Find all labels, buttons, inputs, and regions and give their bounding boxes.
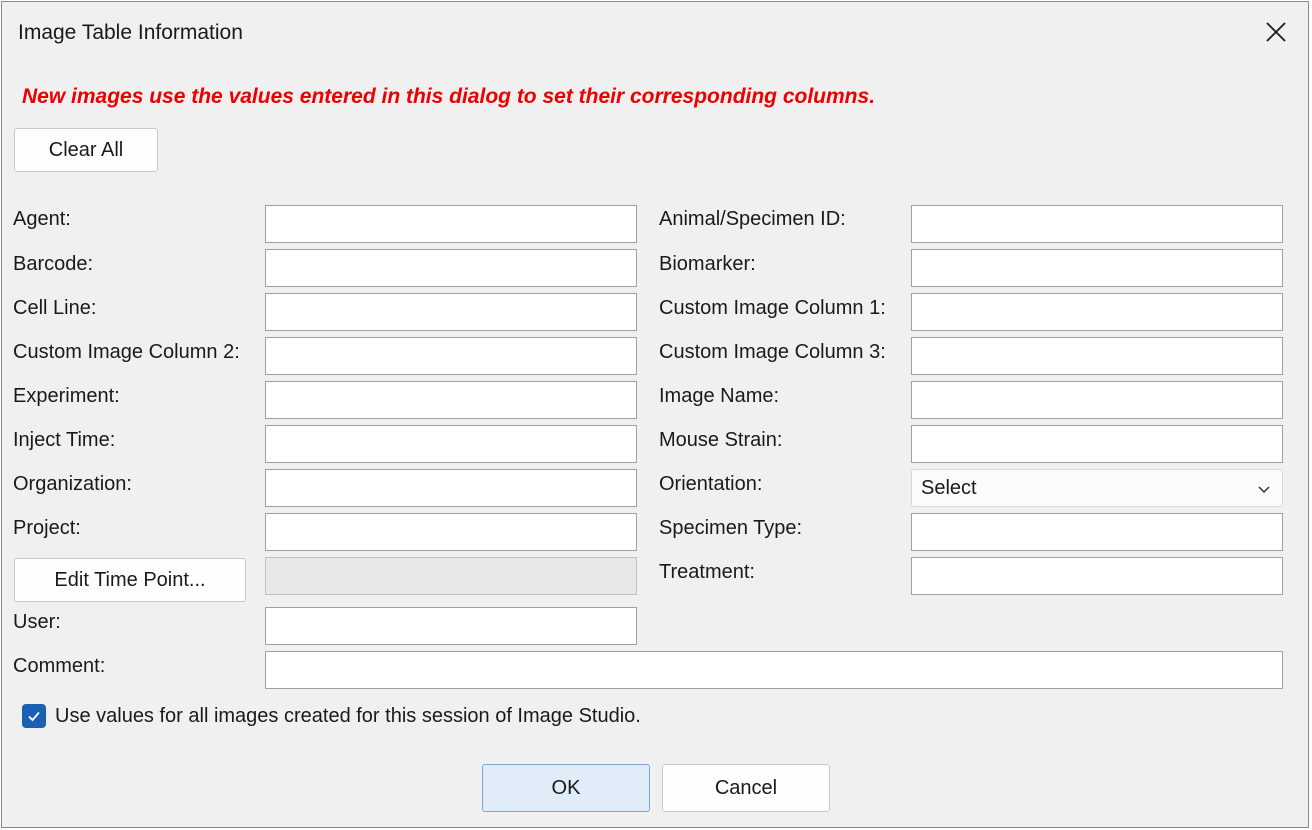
close-icon <box>1266 22 1286 42</box>
chevron-down-icon <box>1258 486 1270 494</box>
project-field[interactable] <box>265 513 637 551</box>
comment-label: Comment: <box>13 655 106 677</box>
inject-time-field[interactable] <box>265 425 637 463</box>
title-bar: Image Table Information <box>2 2 1308 64</box>
treatment-label: Treatment: <box>659 561 755 583</box>
specimen-type-label: Specimen Type: <box>659 517 803 539</box>
experiment-field[interactable] <box>265 381 637 419</box>
barcode-field[interactable] <box>265 249 637 287</box>
cell-line-field[interactable] <box>265 293 637 331</box>
dialog-title: Image Table Information <box>18 21 243 44</box>
user-label: User: <box>13 611 61 633</box>
orientation-select[interactable]: Select <box>911 469 1283 507</box>
cancel-button[interactable]: Cancel <box>662 764 830 812</box>
time-point-field <box>265 557 637 595</box>
edit-time-point-button[interactable]: Edit Time Point... <box>14 558 246 602</box>
custom-image-column-3-field[interactable] <box>911 337 1283 375</box>
user-field[interactable] <box>265 607 637 645</box>
use-values-label: Use values for all images created for th… <box>55 705 641 727</box>
clear-all-button[interactable]: Clear All <box>14 128 158 172</box>
barcode-label: Barcode: <box>13 253 94 275</box>
use-values-checkbox[interactable] <box>22 704 46 728</box>
mouse-strain-field[interactable] <box>911 425 1283 463</box>
specimen-type-field[interactable] <box>911 513 1283 551</box>
treatment-field[interactable] <box>911 557 1283 595</box>
agent-label: Agent: <box>13 208 71 230</box>
experiment-label: Experiment: <box>13 385 120 407</box>
mouse-strain-label: Mouse Strain: <box>659 429 783 451</box>
comment-field[interactable] <box>265 651 1283 689</box>
custom-image-column-3-label: Custom Image Column 3: <box>659 341 886 363</box>
organization-label: Organization: <box>13 473 132 495</box>
checkmark-icon <box>28 711 40 722</box>
organization-field[interactable] <box>265 469 637 507</box>
animal-specimen-id-field[interactable] <box>911 205 1283 243</box>
custom-image-column-1-label: Custom Image Column 1: <box>659 297 886 319</box>
custom-image-column-2-field[interactable] <box>265 337 637 375</box>
image-name-field[interactable] <box>911 381 1283 419</box>
image-name-label: Image Name: <box>659 385 780 407</box>
agent-field[interactable] <box>265 205 637 243</box>
orientation-selected-value: Select <box>921 476 977 499</box>
custom-image-column-1-field[interactable] <box>911 293 1283 331</box>
project-label: Project: <box>13 517 81 539</box>
cell-line-label: Cell Line: <box>13 297 97 319</box>
notice-text: New images use the values entered in thi… <box>22 85 876 108</box>
biomarker-field[interactable] <box>911 249 1283 287</box>
close-button[interactable] <box>1254 12 1298 52</box>
animal-specimen-id-label: Animal/Specimen ID: <box>659 208 846 230</box>
biomarker-label: Biomarker: <box>659 253 756 275</box>
inject-time-label: Inject Time: <box>13 429 116 451</box>
custom-image-column-2-label: Custom Image Column 2: <box>13 341 240 363</box>
ok-button[interactable]: OK <box>482 764 650 812</box>
orientation-label: Orientation: <box>659 473 763 495</box>
image-table-information-dialog: Image Table Information New images use t… <box>1 1 1309 828</box>
